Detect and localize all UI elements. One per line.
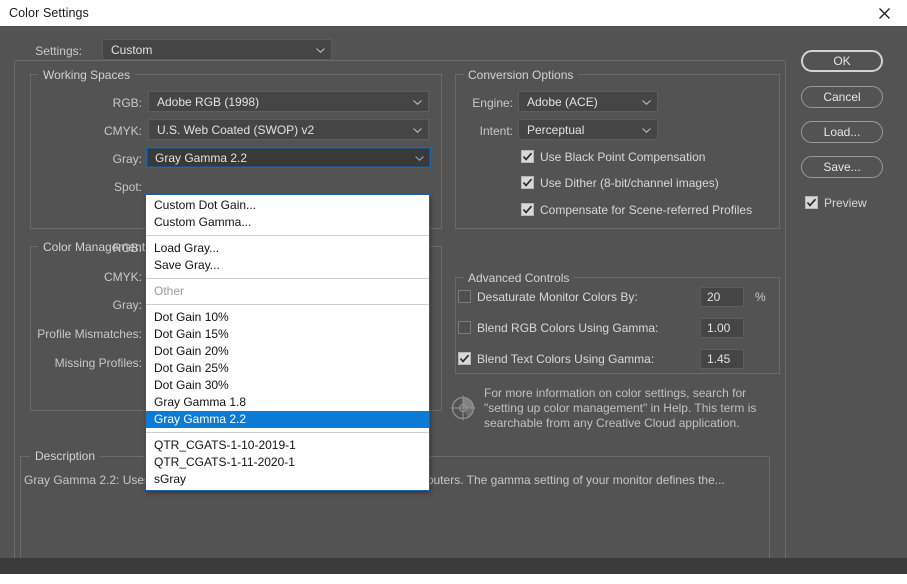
dropdown-item[interactable]: Custom Dot Gain... [146,197,429,214]
blend-text-gamma-input[interactable]: 1.45 [700,349,744,369]
blend-text-colors-label: Blend Text Colors Using Gamma: [477,352,655,366]
dropdown-separator [146,278,429,279]
ws-cmyk-label: CMYK: [103,124,142,138]
close-icon[interactable] [861,0,907,26]
dropdown-item[interactable]: Save Gray... [146,257,429,274]
dialog-bottom-strip [0,558,907,574]
dropdown-item[interactable]: Gray Gamma 1.8 [146,394,429,411]
cancel-button[interactable]: Cancel [801,86,883,108]
chevron-down-icon [413,99,422,105]
engine-value: Adobe (ACE) [527,95,598,109]
use-black-point-compensation-label: Use Black Point Compensation [540,150,706,164]
ws-cmyk-value: U.S. Web Coated (SWOP) v2 [157,123,315,137]
blend-text-colors-checkbox[interactable] [458,352,471,365]
desaturate-percent-suffix: % [755,290,766,304]
dropdown-item[interactable]: Load Gray... [146,240,429,257]
advanced-controls-group-label: Advanced Controls [463,271,575,285]
chevron-down-icon [316,47,325,53]
dropdown-item[interactable]: Dot Gain 10% [146,309,429,326]
dropdown-item[interactable]: QTR_CGATS-1-11-2020-1 [146,454,429,471]
blend-rgb-colors-label: Blend RGB Colors Using Gamma: [477,321,659,335]
dialog-shadow-strip [0,574,907,584]
blend-rgb-gamma-value: 1.00 [707,321,731,335]
ws-gray-label: Gray: [112,152,142,166]
dropdown-item-selected[interactable]: Gray Gamma 2.2 [146,411,429,428]
cm-profile-mismatches-label: Profile Mismatches: [37,327,142,341]
use-black-point-compensation-checkbox[interactable] [521,150,534,163]
ws-cmyk-combobox[interactable]: U.S. Web Coated (SWOP) v2 [148,119,429,140]
ok-button[interactable]: OK [801,50,883,72]
chevron-down-icon [415,155,424,161]
use-dither-label: Use Dither (8-bit/channel images) [540,176,719,190]
cm-cmyk-label: CMYK: [103,270,142,284]
preview-label: Preview [824,196,867,210]
ws-rgb-label: RGB: [112,96,142,110]
description-group-label: Description [30,449,101,463]
check-icon [459,354,470,363]
chevron-down-icon [413,127,422,133]
save-button[interactable]: Save... [801,156,883,178]
cm-missing-profiles-label: Missing Profiles: [54,356,142,370]
desaturate-monitor-colors-label: Desaturate Monitor Colors By: [477,290,638,304]
cm-gray-label: Gray: [112,298,142,312]
dialog-body: Settings: Custom Working Spaces RGB: Ado… [0,26,907,579]
compensate-scene-referred-checkbox[interactable] [521,203,534,216]
engine-combobox[interactable]: Adobe (ACE) [518,91,658,112]
settings-label: Settings: [35,44,82,58]
dropdown-item-other[interactable]: Other [146,283,429,300]
desaturate-monitor-colors-checkbox[interactable] [458,290,471,303]
dropdown-separator [146,235,429,236]
help-text: For more information on color settings, … [484,386,757,430]
desaturate-monitor-colors-input[interactable]: 20 [700,287,744,307]
dropdown-item[interactable]: sGray [146,471,429,488]
ws-rgb-value: Adobe RGB (1998) [157,95,260,109]
blend-rgb-colors-checkbox[interactable] [458,321,471,334]
use-dither-checkbox[interactable] [521,176,534,189]
dropdown-item[interactable]: Dot Gain 20% [146,343,429,360]
chevron-down-icon [642,99,651,105]
ws-gray-value: Gray Gamma 2.2 [155,151,248,165]
dropdown-item[interactable]: Dot Gain 30% [146,377,429,394]
dropdown-item[interactable]: Dot Gain 15% [146,326,429,343]
preview-checkbox[interactable] [805,196,818,209]
settings-combobox-value: Custom [111,43,153,57]
check-icon [522,178,533,187]
dropdown-item[interactable]: Dot Gain 25% [146,360,429,377]
check-icon [522,205,533,214]
load-button[interactable]: Load... [801,121,883,143]
blend-rgb-gamma-input[interactable]: 1.00 [700,318,744,338]
blend-text-gamma-value: 1.45 [707,352,731,366]
dropdown-item[interactable]: Custom Gamma... [146,214,429,231]
check-icon [806,198,817,207]
intent-label: Intent: [479,124,513,138]
conversion-options-group-label: Conversion Options [463,68,579,82]
titlebar: Color Settings [0,0,907,26]
desaturate-monitor-colors-value: 20 [707,290,721,304]
chevron-down-icon [642,127,651,133]
working-spaces-group-label: Working Spaces [38,68,136,82]
ws-spot-label: Spot: [113,180,142,194]
settings-combobox[interactable]: Custom [102,39,332,60]
ws-gray-combobox[interactable]: Gray Gamma 2.2 [146,147,431,168]
engine-label: Engine: [472,96,513,110]
color-wheel-icon [450,393,478,421]
color-settings-dialog: Color Settings Settings: Custom Working … [0,0,907,584]
dropdown-separator [146,432,429,433]
gray-profile-dropdown-list[interactable]: Custom Dot Gain... Custom Gamma... Load … [145,194,430,491]
intent-combobox[interactable]: Perceptual [518,119,658,140]
window-title: Color Settings [9,6,89,20]
dropdown-item[interactable]: QTR_CGATS-1-10-2019-1 [146,437,429,454]
ws-rgb-combobox[interactable]: Adobe RGB (1998) [148,91,429,112]
intent-value: Perceptual [527,123,585,137]
compensate-scene-referred-label: Compensate for Scene-referred Profiles [540,203,753,217]
check-icon [522,152,533,161]
dropdown-separator [146,304,429,305]
cm-rgb-label: RGB: [112,241,142,255]
